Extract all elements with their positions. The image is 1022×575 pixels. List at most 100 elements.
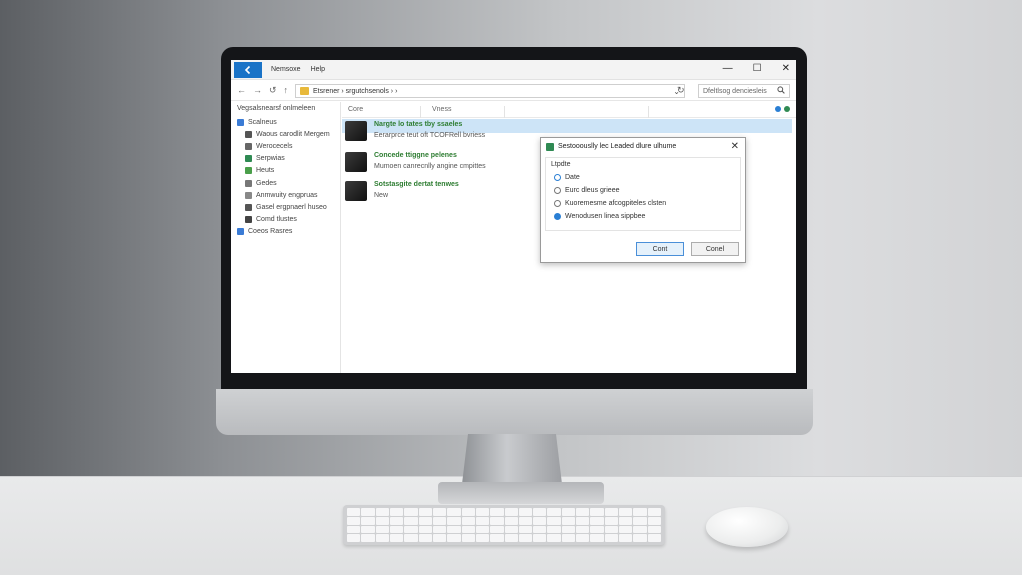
keyboard-key bbox=[619, 508, 633, 516]
sidebar-item[interactable]: Anmwuity engpruas bbox=[231, 189, 340, 201]
radio-button[interactable] bbox=[554, 200, 561, 207]
radio-option[interactable]: Wenodusen linea sippbee bbox=[554, 213, 645, 220]
options-dialog: Sestooouslly lec Leaded dlure ulhume ✕ L… bbox=[540, 137, 746, 263]
keyboard-key bbox=[561, 525, 576, 534]
keyboard-key bbox=[461, 508, 475, 516]
keyboard-key bbox=[533, 534, 547, 542]
sidebar-item-label: Anmwuity engpruas bbox=[256, 191, 318, 199]
keyboard-key bbox=[604, 508, 619, 516]
keyboard-key bbox=[547, 508, 561, 516]
sidebar-item-label: Waous carodlit Mergem bbox=[256, 130, 330, 138]
dialog-close-button[interactable]: ✕ bbox=[731, 141, 739, 152]
keyboard-key bbox=[447, 534, 461, 542]
sidebar-item[interactable]: Comd tlustes bbox=[231, 214, 340, 226]
keyboard-key bbox=[389, 525, 404, 534]
search-input[interactable]: Dfeltlsog denciesleis bbox=[698, 84, 790, 98]
radio-option-label: Eurc dleus grieee bbox=[565, 187, 620, 194]
window-controls: — ☐ ✕ bbox=[723, 63, 790, 74]
title-bar: Nemsoxe Help — ☐ ✕ bbox=[231, 60, 796, 80]
monitor-chin bbox=[216, 389, 813, 435]
search-icon bbox=[777, 86, 785, 96]
radio-option-label: Date bbox=[565, 174, 580, 181]
keyboard-key bbox=[490, 508, 504, 516]
radio-option[interactable]: Eurc dleus grieee bbox=[554, 187, 619, 194]
refresh-icon[interactable]: ↻ bbox=[677, 85, 685, 96]
keyboard-key bbox=[347, 508, 361, 516]
navigation-pane-header: Vegsalsnearsf onlmeleen bbox=[237, 105, 316, 112]
dialog-options-group: Ltpdte Date Eurc dleus grieee Kuoremesme a… bbox=[545, 157, 741, 231]
ok-button[interactable]: Cont bbox=[636, 242, 684, 256]
sidebar-item[interactable]: Waous carodlit Mergem bbox=[231, 128, 340, 140]
sidebar-item[interactable]: Scalneus bbox=[231, 116, 340, 128]
keyboard-key bbox=[604, 534, 619, 542]
folder-icon bbox=[245, 191, 252, 199]
menu-item-file[interactable]: Nemsoxe bbox=[271, 66, 301, 73]
keyboard-key bbox=[389, 516, 404, 525]
keyboard-key bbox=[590, 534, 604, 542]
keyboard-key bbox=[561, 516, 576, 525]
keyboard-key bbox=[633, 516, 647, 525]
radio-button[interactable] bbox=[554, 213, 561, 220]
sidebar-item[interactable]: Werocecels bbox=[231, 140, 340, 152]
file-subtitle: Mumoen canrecnlly angine cmpittes bbox=[374, 163, 486, 170]
keyboard-key bbox=[432, 525, 447, 534]
dialog-title-bar: Sestooouslly lec Leaded dlure ulhume bbox=[541, 138, 745, 155]
column-separator[interactable] bbox=[648, 106, 649, 118]
address-field[interactable]: Etsrener › srgutchsenols › › ⌄ bbox=[295, 84, 685, 98]
keyboard-key bbox=[619, 516, 633, 525]
keyboard-key bbox=[647, 534, 661, 542]
sidebar-item-label: Serpwias bbox=[256, 155, 285, 163]
keyboard-key bbox=[418, 525, 432, 534]
maximize-button[interactable]: ☐ bbox=[753, 63, 762, 74]
keyboard-key bbox=[375, 534, 389, 542]
view-toggle[interactable] bbox=[775, 106, 790, 112]
keyboard-key bbox=[633, 508, 647, 516]
keyboard-key bbox=[361, 516, 375, 525]
menu-bar: Nemsoxe Help bbox=[271, 66, 325, 73]
file-subtitle: New bbox=[374, 192, 389, 199]
keyboard-key bbox=[533, 516, 547, 525]
column-separator[interactable] bbox=[504, 106, 505, 118]
radio-option[interactable]: Date bbox=[554, 174, 580, 181]
sidebar-item[interactable]: Coeos Rasres bbox=[231, 226, 340, 238]
menu-item-help[interactable]: Help bbox=[311, 66, 325, 73]
radio-option-label: Wenodusen linea sippbee bbox=[565, 213, 646, 220]
file-title: Nargte lo tates tby ssaeles bbox=[374, 121, 463, 128]
keyboard-key bbox=[404, 508, 418, 516]
column-header-views[interactable]: Vness bbox=[432, 106, 451, 113]
back-icon[interactable] bbox=[234, 62, 262, 78]
forward-button[interactable]: → bbox=[253, 85, 262, 96]
recent-button[interactable]: ↺ bbox=[269, 85, 277, 96]
column-header-name[interactable]: Core bbox=[348, 106, 363, 113]
minimize-button[interactable]: — bbox=[723, 63, 733, 74]
back-button[interactable]: ← bbox=[237, 85, 246, 96]
sidebar-item[interactable]: Heuts bbox=[231, 165, 340, 177]
keyboard-key bbox=[475, 534, 490, 542]
column-headers: Core Vness bbox=[342, 102, 796, 118]
keyboard-key bbox=[347, 534, 361, 542]
keyboard-key bbox=[361, 534, 375, 542]
sidebar-item[interactable]: Gedes bbox=[231, 177, 340, 189]
sidebar-item[interactable]: Gasel ergpnaerl huseo bbox=[231, 201, 340, 213]
folder-icon bbox=[245, 167, 252, 175]
column-separator[interactable] bbox=[420, 106, 421, 118]
radio-option[interactable]: Kuoremesme afcogpiteles clsten bbox=[554, 200, 666, 207]
keyboard-key bbox=[375, 525, 389, 534]
keyboard-key bbox=[604, 525, 619, 534]
close-button[interactable]: ✕ bbox=[782, 63, 790, 74]
sidebar-item-label: Gedes bbox=[256, 179, 277, 187]
details-view-icon[interactable] bbox=[775, 106, 781, 112]
radio-button[interactable] bbox=[554, 187, 561, 194]
keyboard-key bbox=[576, 508, 590, 516]
keyboard-key bbox=[518, 516, 533, 525]
cancel-button[interactable]: Conel bbox=[691, 242, 739, 256]
keyboard-key bbox=[347, 516, 361, 525]
sidebar-item[interactable]: Serpwias bbox=[231, 153, 340, 165]
up-button[interactable]: ↑ bbox=[284, 85, 289, 96]
keyboard-key bbox=[404, 525, 418, 534]
sidebar-item-label: Heuts bbox=[256, 167, 275, 175]
keyboard-key bbox=[404, 534, 418, 542]
tiles-view-icon[interactable] bbox=[784, 106, 790, 112]
radio-button[interactable] bbox=[554, 174, 561, 181]
app-icon bbox=[546, 142, 554, 151]
